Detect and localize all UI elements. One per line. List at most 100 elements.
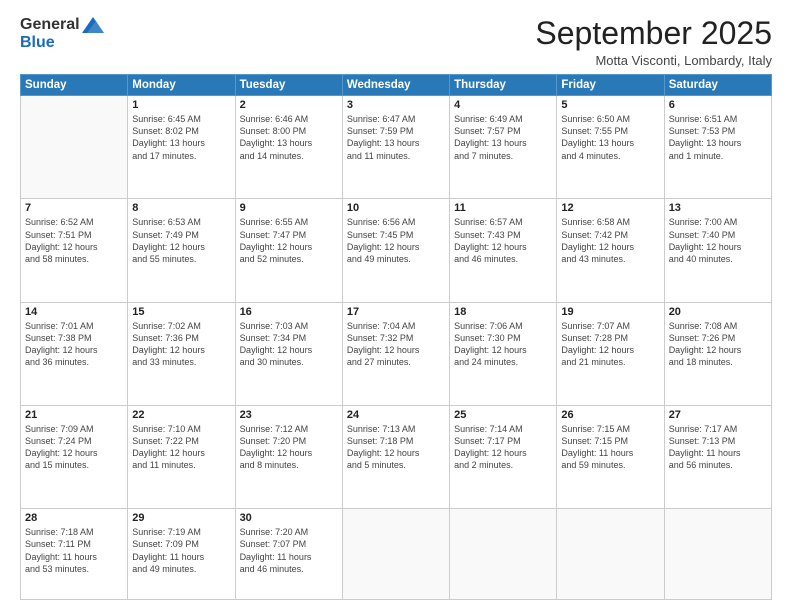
calendar-cell: 11Sunrise: 6:57 AM Sunset: 7:43 PM Dayli…	[450, 199, 557, 302]
day-info: Sunrise: 7:12 AM Sunset: 7:20 PM Dayligh…	[240, 423, 338, 472]
calendar-cell	[342, 509, 449, 600]
day-number: 18	[454, 306, 552, 318]
day-number: 27	[669, 409, 767, 421]
weekday-header: Saturday	[664, 75, 771, 96]
weekday-header: Friday	[557, 75, 664, 96]
calendar-week-row: 7 Sunrise: 6:52 AM Sunset: 7:51 PM Daylig…	[21, 199, 772, 302]
calendar-cell	[450, 509, 557, 600]
calendar-week-row: 21Sunrise: 7:09 AM Sunset: 7:24 PM Dayli…	[21, 406, 772, 509]
page: General Blue September 2025 Motta Viscon…	[0, 0, 792, 612]
calendar-cell: 14 Sunrise: 7:01 AM Sunset: 7:38 PM Dayli…	[21, 302, 128, 405]
calendar-week-row: 14 Sunrise: 7:01 AM Sunset: 7:38 PM Dayli…	[21, 302, 772, 405]
calendar-cell: 17 Sunrise: 7:04 AM Sunset: 7:32 PM Dayli…	[342, 302, 449, 405]
month-title: September 2025	[535, 16, 772, 51]
day-info: Sunrise: 7:01 AM Sunset: 7:38 PM Dayligh…	[25, 320, 123, 369]
day-number: 26	[561, 409, 659, 421]
calendar-cell: 27 Sunrise: 7:17 AM Sunset: 7:13 PM Dayli…	[664, 406, 771, 509]
day-number: 11	[454, 202, 552, 214]
day-info: Sunrise: 6:52 AM Sunset: 7:51 PM Dayligh…	[25, 216, 123, 265]
day-number: 5	[561, 99, 659, 111]
day-info: Sunrise: 7:03 AM Sunset: 7:34 PM Dayligh…	[240, 320, 338, 369]
day-number: 12	[561, 202, 659, 214]
logo-general: General	[20, 16, 80, 34]
day-number: 13	[669, 202, 767, 214]
day-info: Sunrise: 6:55 AM Sunset: 7:47 PM Dayligh…	[240, 216, 338, 265]
weekday-header: Thursday	[450, 75, 557, 96]
calendar-cell: 19 Sunrise: 7:07 AM Sunset: 7:28 PM Dayli…	[557, 302, 664, 405]
day-number: 23	[240, 409, 338, 421]
calendar-cell: 16 Sunrise: 7:03 AM Sunset: 7:34 PM Dayli…	[235, 302, 342, 405]
day-info: Sunrise: 7:06 AM Sunset: 7:30 PM Dayligh…	[454, 320, 552, 369]
day-number: 2	[240, 99, 338, 111]
day-number: 8	[132, 202, 230, 214]
header: General Blue September 2025 Motta Viscon…	[20, 16, 772, 68]
calendar-week-row: 1Sunrise: 6:45 AM Sunset: 8:02 PM Daylig…	[21, 96, 772, 199]
day-info: Sunrise: 6:53 AM Sunset: 7:49 PM Dayligh…	[132, 216, 230, 265]
day-info: Sunrise: 7:20 AM Sunset: 7:07 PM Dayligh…	[240, 526, 338, 575]
day-info: Sunrise: 6:47 AM Sunset: 7:59 PM Dayligh…	[347, 113, 445, 162]
calendar-cell: 2 Sunrise: 6:46 AM Sunset: 8:00 PM Daylig…	[235, 96, 342, 199]
calendar-cell: 7 Sunrise: 6:52 AM Sunset: 7:51 PM Daylig…	[21, 199, 128, 302]
logo-icon	[82, 17, 104, 33]
day-info: Sunrise: 6:49 AM Sunset: 7:57 PM Dayligh…	[454, 113, 552, 162]
day-info: Sunrise: 6:56 AM Sunset: 7:45 PM Dayligh…	[347, 216, 445, 265]
calendar-cell: 12 Sunrise: 6:58 AM Sunset: 7:42 PM Dayli…	[557, 199, 664, 302]
day-info: Sunrise: 6:51 AM Sunset: 7:53 PM Dayligh…	[669, 113, 767, 162]
calendar-cell: 9Sunrise: 6:55 AM Sunset: 7:47 PM Daylig…	[235, 199, 342, 302]
day-number: 6	[669, 99, 767, 111]
logo-blue: Blue	[20, 34, 55, 52]
day-info: Sunrise: 6:45 AM Sunset: 8:02 PM Dayligh…	[132, 113, 230, 162]
day-number: 10	[347, 202, 445, 214]
day-info: Sunrise: 7:09 AM Sunset: 7:24 PM Dayligh…	[25, 423, 123, 472]
day-number: 3	[347, 99, 445, 111]
day-number: 20	[669, 306, 767, 318]
calendar-cell: 26Sunrise: 7:15 AM Sunset: 7:15 PM Dayli…	[557, 406, 664, 509]
calendar-cell: 5 Sunrise: 6:50 AM Sunset: 7:55 PM Daylig…	[557, 96, 664, 199]
calendar-cell: 3 Sunrise: 6:47 AM Sunset: 7:59 PM Daylig…	[342, 96, 449, 199]
day-info: Sunrise: 7:04 AM Sunset: 7:32 PM Dayligh…	[347, 320, 445, 369]
day-info: Sunrise: 7:13 AM Sunset: 7:18 PM Dayligh…	[347, 423, 445, 472]
day-info: Sunrise: 6:46 AM Sunset: 8:00 PM Dayligh…	[240, 113, 338, 162]
weekday-header: Sunday	[21, 75, 128, 96]
calendar-cell: 13 Sunrise: 7:00 AM Sunset: 7:40 PM Dayli…	[664, 199, 771, 302]
day-info: Sunrise: 7:18 AM Sunset: 7:11 PM Dayligh…	[25, 526, 123, 575]
weekday-header: Wednesday	[342, 75, 449, 96]
calendar-cell: 28 Sunrise: 7:18 AM Sunset: 7:11 PM Dayli…	[21, 509, 128, 600]
weekday-header: Tuesday	[235, 75, 342, 96]
day-number: 14	[25, 306, 123, 318]
day-number: 7	[25, 202, 123, 214]
day-number: 25	[454, 409, 552, 421]
day-info: Sunrise: 7:08 AM Sunset: 7:26 PM Dayligh…	[669, 320, 767, 369]
calendar-week-row: 28 Sunrise: 7:18 AM Sunset: 7:11 PM Dayli…	[21, 509, 772, 600]
calendar-cell: 6 Sunrise: 6:51 AM Sunset: 7:53 PM Daylig…	[664, 96, 771, 199]
calendar-table: SundayMondayTuesdayWednesdayThursdayFrid…	[20, 74, 772, 600]
calendar-cell: 30Sunrise: 7:20 AM Sunset: 7:07 PM Dayli…	[235, 509, 342, 600]
day-info: Sunrise: 6:50 AM Sunset: 7:55 PM Dayligh…	[561, 113, 659, 162]
title-block: September 2025 Motta Visconti, Lombardy,…	[535, 16, 772, 68]
day-number: 16	[240, 306, 338, 318]
day-info: Sunrise: 7:07 AM Sunset: 7:28 PM Dayligh…	[561, 320, 659, 369]
day-number: 17	[347, 306, 445, 318]
day-number: 19	[561, 306, 659, 318]
day-number: 29	[132, 512, 230, 524]
calendar-cell: 25 Sunrise: 7:14 AM Sunset: 7:17 PM Dayli…	[450, 406, 557, 509]
day-info: Sunrise: 7:02 AM Sunset: 7:36 PM Dayligh…	[132, 320, 230, 369]
day-info: Sunrise: 7:17 AM Sunset: 7:13 PM Dayligh…	[669, 423, 767, 472]
calendar-cell: 4Sunrise: 6:49 AM Sunset: 7:57 PM Daylig…	[450, 96, 557, 199]
day-info: Sunrise: 6:58 AM Sunset: 7:42 PM Dayligh…	[561, 216, 659, 265]
calendar-cell: 15 Sunrise: 7:02 AM Sunset: 7:36 PM Dayli…	[128, 302, 235, 405]
day-number: 28	[25, 512, 123, 524]
day-info: Sunrise: 7:19 AM Sunset: 7:09 PM Dayligh…	[132, 526, 230, 575]
calendar-cell: 10 Sunrise: 6:56 AM Sunset: 7:45 PM Dayli…	[342, 199, 449, 302]
calendar-cell: 21Sunrise: 7:09 AM Sunset: 7:24 PM Dayli…	[21, 406, 128, 509]
day-info: Sunrise: 7:10 AM Sunset: 7:22 PM Dayligh…	[132, 423, 230, 472]
calendar-cell: 23 Sunrise: 7:12 AM Sunset: 7:20 PM Dayli…	[235, 406, 342, 509]
calendar-cell	[557, 509, 664, 600]
day-number: 24	[347, 409, 445, 421]
calendar-cell: 29 Sunrise: 7:19 AM Sunset: 7:09 PM Dayli…	[128, 509, 235, 600]
day-info: Sunrise: 7:14 AM Sunset: 7:17 PM Dayligh…	[454, 423, 552, 472]
day-info: Sunrise: 7:00 AM Sunset: 7:40 PM Dayligh…	[669, 216, 767, 265]
weekday-header: Monday	[128, 75, 235, 96]
calendar-cell: 20 Sunrise: 7:08 AM Sunset: 7:26 PM Dayli…	[664, 302, 771, 405]
day-number: 15	[132, 306, 230, 318]
